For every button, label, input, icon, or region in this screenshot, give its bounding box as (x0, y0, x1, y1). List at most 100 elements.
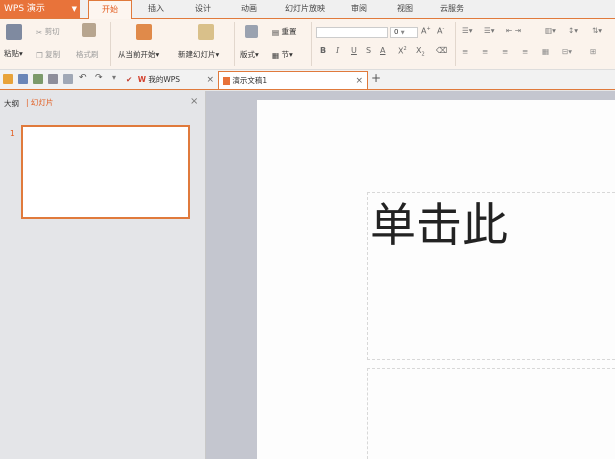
tab-review[interactable]: 审阅 (339, 0, 379, 18)
copy-button[interactable]: ❐ 复制 (36, 49, 60, 60)
bold-button[interactable]: B (320, 46, 326, 55)
cut-label: 剪切 (44, 27, 60, 36)
line-spacing-button[interactable]: ↕▾ (568, 26, 578, 35)
layout-label: 版式 (240, 50, 255, 59)
distribute-button[interactable]: ▦ (542, 47, 549, 56)
title-placeholder-text: 单击此 (370, 198, 508, 252)
paste-label: 粘贴 (4, 49, 19, 58)
redo-icon[interactable]: ↷ (95, 73, 103, 83)
tab-home[interactable]: 开始 (88, 0, 132, 19)
ribbon: 粘贴▾ ✂ 剪切 ❐ 复制 格式刷 从当前开始▾ 新建幻灯片▾ 版式▾ ▤ 重置… (0, 19, 615, 70)
align-center-button[interactable]: ≡ (482, 47, 488, 56)
tab-view[interactable]: 视图 (385, 0, 425, 18)
ribbon-divider (455, 22, 456, 66)
new-slide-button[interactable]: 新建幻灯片▾ (178, 49, 219, 60)
ribbon-divider (311, 22, 312, 66)
chevron-down-icon: ▼ (400, 30, 405, 36)
from-current-button[interactable]: 从当前开始▾ (118, 49, 159, 60)
format-painter-button[interactable]: 格式刷 (76, 49, 99, 60)
tab-design[interactable]: 设计 (183, 0, 223, 18)
new-slide-label: 新建幻灯片 (178, 50, 216, 59)
open-folder-icon[interactable] (3, 74, 13, 84)
section-label: 节 (281, 50, 289, 59)
new-tab-button[interactable]: + (371, 71, 381, 85)
cut-button[interactable]: ✂ 剪切 (36, 26, 60, 37)
reset-button[interactable]: ▤ 重置 (272, 26, 296, 37)
font-size-combo[interactable]: 0 ▼ (390, 27, 418, 38)
tab-outline[interactable]: 大纲 (4, 98, 19, 109)
layout-icon (245, 25, 258, 38)
wps-logo-icon: ✔ (126, 75, 133, 84)
superscript-button[interactable]: X2 (398, 46, 407, 56)
tab-document-label: 演示文稿1 (232, 76, 268, 85)
columns-button[interactable]: ▥▾ (545, 26, 556, 35)
wps-w-icon: W (137, 75, 146, 84)
section-icon: ▦ (272, 50, 280, 60)
slide-number: 1 (10, 129, 15, 138)
copy-icon: ❐ (36, 50, 43, 60)
indent-button[interactable]: ⇤ ⇥ (506, 26, 521, 35)
tab-slideshow[interactable]: 幻灯片放映 (275, 0, 335, 18)
tab-insert[interactable]: 插入 (136, 0, 176, 18)
close-icon[interactable]: × (206, 71, 214, 89)
quick-access-toolbar: ↶ ↷ ▾ ✔ W 我的WPS × 演示文稿1 × + (0, 70, 615, 90)
ribbon-divider (110, 22, 111, 66)
editing-canvas: 单击此 (206, 91, 615, 459)
text-align-button[interactable]: ⊟▾ (562, 47, 572, 56)
app-menu-button[interactable]: WPS 演示 ▼ (0, 0, 80, 18)
brush-icon (82, 23, 96, 37)
font-size-value: 0 (394, 28, 399, 36)
export-icon[interactable] (33, 74, 43, 84)
tab-document[interactable]: 演示文稿1 × (218, 71, 368, 89)
shadow-button[interactable]: S (366, 46, 371, 55)
tab-slides-label: 幻灯片 (30, 98, 54, 107)
new-slide-icon (198, 24, 214, 40)
align-left-button[interactable]: ≡ (462, 47, 468, 56)
slideshow-play-icon (136, 24, 152, 40)
shrink-font-button[interactable]: A- (437, 26, 444, 36)
slides-panel: 大纲 | 幻灯片 × 1 (0, 91, 206, 459)
font-color-button[interactable]: A (380, 46, 385, 55)
number-list-button[interactable]: ☰▾ (484, 26, 495, 35)
close-icon[interactable]: × (355, 72, 363, 90)
chevron-down-icon: ▼ (71, 5, 77, 13)
menu-bar: WPS 演示 ▼ 开始 插入 设计 动画 幻灯片放映 审阅 视图 云服务 (0, 0, 615, 19)
paste-icon (6, 24, 22, 40)
grow-font-button[interactable]: A+ (421, 26, 431, 36)
smartart-button[interactable]: ⊞ (590, 47, 596, 56)
app-name: WPS 演示 (4, 4, 45, 14)
font-name-combo[interactable] (316, 27, 388, 38)
tab-cloud[interactable]: 云服务 (429, 0, 475, 18)
subscript-button[interactable]: X2 (416, 46, 425, 58)
preview-icon[interactable] (63, 74, 73, 84)
ribbon-divider (234, 22, 235, 66)
text-direction-button[interactable]: ⇅▾ (592, 26, 602, 35)
slide[interactable]: 单击此 (257, 100, 615, 459)
panel-tabs: 大纲 | 幻灯片 × (0, 91, 205, 113)
customize-toolbar-icon[interactable]: ▾ (112, 73, 116, 82)
reset-icon: ▤ (272, 27, 280, 37)
section-button[interactable]: ▦ 节▾ (272, 49, 293, 60)
undo-icon[interactable]: ↶ (79, 73, 87, 83)
align-right-button[interactable]: ≡ (502, 47, 508, 56)
bullet-list-button[interactable]: ☰▾ (462, 26, 473, 35)
save-icon[interactable] (18, 74, 28, 84)
close-icon[interactable]: × (190, 96, 198, 107)
paste-button[interactable]: 粘贴▾ (4, 48, 23, 59)
layout-button[interactable]: 版式▾ (240, 49, 259, 60)
print-icon[interactable] (48, 74, 58, 84)
tab-my-wps-label: 我的WPS (148, 75, 181, 84)
tab-animation[interactable]: 动画 (229, 0, 269, 18)
copy-label: 复制 (45, 50, 61, 59)
subtitle-placeholder[interactable] (367, 368, 615, 459)
presentation-file-icon (223, 77, 230, 85)
reset-label: 重置 (281, 27, 297, 36)
from-current-label: 从当前开始 (118, 50, 156, 59)
underline-button[interactable]: U (351, 46, 357, 55)
tab-my-wps[interactable]: ✔ W 我的WPS × (122, 71, 218, 89)
justify-button[interactable]: ≡ (522, 47, 528, 56)
italic-button[interactable]: I (336, 46, 339, 55)
clear-format-icon[interactable]: ⌫ (436, 46, 447, 55)
slide-thumbnail[interactable] (21, 125, 190, 219)
tab-slides[interactable]: | 幻灯片 (26, 97, 53, 108)
